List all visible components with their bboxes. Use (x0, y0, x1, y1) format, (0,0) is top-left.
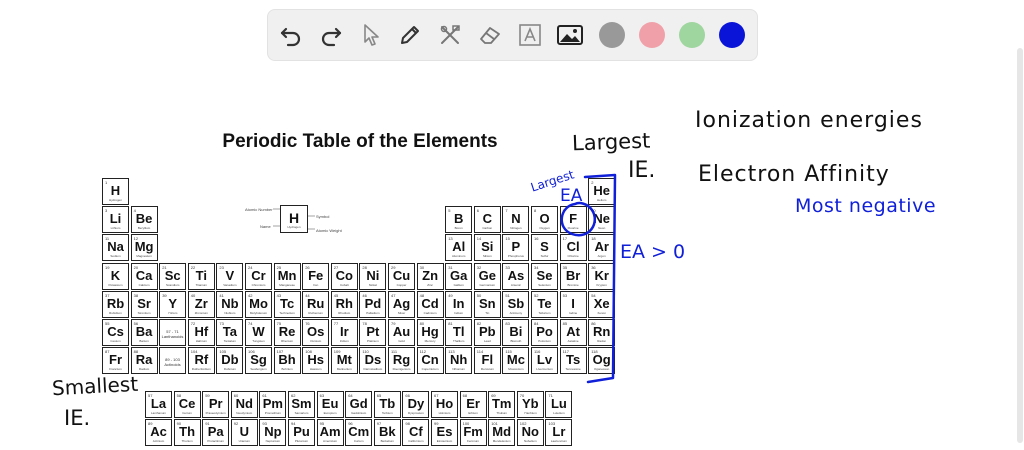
fluorine-circle-stroke (560, 201, 597, 237)
ink-strokes (560, 173, 617, 384)
whiteboard-canvas[interactable]: Periodic Table of the Elements Atomic Nu… (0, 0, 1024, 450)
